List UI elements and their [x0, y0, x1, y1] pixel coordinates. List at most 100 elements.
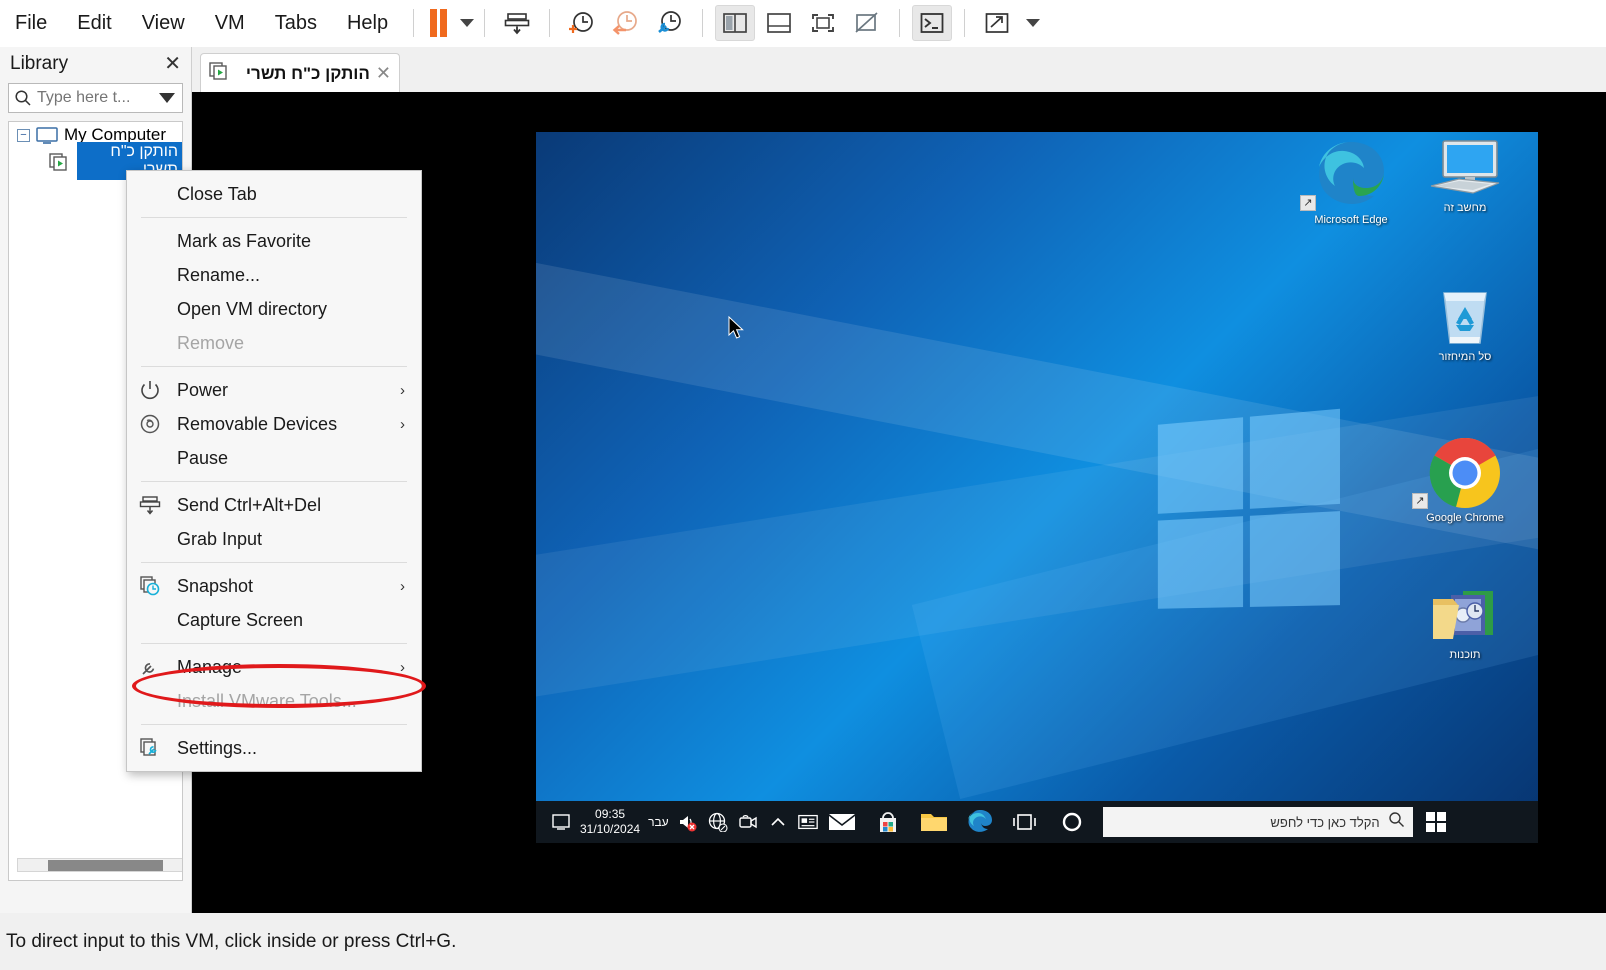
context-menu-item-label: Settings...: [177, 737, 258, 758]
vm-tab[interactable]: הותקן כ"ח תשרי ✕: [200, 53, 400, 93]
desktop-icon-software-folder[interactable]: תוכנות: [1410, 585, 1520, 662]
context-menu-item-removable-devices[interactable]: Removable Devices ›: [127, 407, 421, 441]
language-indicator[interactable]: עבר: [648, 815, 669, 829]
guest-taskbar: 09:35 31/10/2024 עבר הקלד כאן כדי לחפש: [536, 801, 1538, 843]
full-screen-icon: [812, 14, 835, 32]
menu-tabs[interactable]: Tabs: [261, 8, 331, 39]
menu-vm[interactable]: VM: [201, 8, 259, 39]
task-view-icon[interactable]: [1003, 801, 1049, 843]
menu-edit[interactable]: Edit: [63, 8, 125, 39]
menu-help[interactable]: Help: [333, 8, 402, 39]
revert-snapshot-icon: [612, 11, 637, 35]
context-menu-item-label: Pause: [177, 447, 229, 468]
volume-muted-icon[interactable]: [677, 811, 699, 833]
menu-separator: [141, 217, 407, 218]
search-dropdown-chevron-down-icon[interactable]: [159, 93, 175, 103]
context-menu-item-label: Grab Input: [177, 528, 263, 549]
unity-mode-button[interactable]: [847, 5, 887, 41]
show-library-button[interactable]: [715, 5, 756, 41]
edge-icon[interactable]: [957, 801, 1003, 843]
chrome-icon: [1429, 437, 1500, 508]
clock-date: 31/10/2024: [580, 822, 641, 836]
cortana-icon[interactable]: [1049, 801, 1095, 843]
pause-icon: [430, 9, 438, 37]
revert-snapshot-button[interactable]: [606, 5, 646, 41]
toolbar-divider: [899, 9, 901, 37]
context-menu-item-snapshot[interactable]: Snapshot ›: [127, 569, 421, 603]
power-dropdown-chevron-down-icon[interactable]: [460, 19, 475, 27]
library-search-row[interactable]: [8, 83, 183, 113]
snapshot-manager-button[interactable]: [650, 5, 690, 41]
windows-start-icon: [1425, 812, 1446, 832]
enter-full-screen-button[interactable]: [803, 5, 843, 41]
vm-tab-title: הותקן כ"ח תשרי: [245, 63, 370, 83]
context-menu-item-open-vm-directory[interactable]: Open VM directory: [127, 292, 421, 326]
toolbar-divider: [964, 9, 966, 37]
file-explorer-icon[interactable]: [911, 801, 957, 843]
close-library-icon[interactable]: ✕: [164, 54, 181, 74]
context-menu-item-grab-input[interactable]: Grab Input: [127, 522, 421, 556]
menu-view[interactable]: View: [128, 8, 199, 39]
context-menu-item-power[interactable]: Power ›: [127, 373, 421, 407]
scrollbar-thumb[interactable]: [48, 860, 163, 871]
menu-file[interactable]: File: [1, 8, 61, 39]
take-snapshot-button[interactable]: [562, 5, 602, 41]
context-menu-item-manage[interactable]: Manage ›: [127, 650, 421, 684]
settings-icon: [139, 737, 177, 759]
send-ctrl-alt-del-icon: [139, 494, 177, 516]
snapshot-icon: [139, 575, 177, 597]
guest-desktop[interactable]: מחשב זה סל המיחזור ↗ Google Chrome תוכנו…: [536, 132, 1538, 843]
send-ctrl-alt-del-button[interactable]: [497, 5, 537, 41]
network-disconnected-icon[interactable]: [707, 811, 729, 833]
desktop-icon-edge[interactable]: ↗ Microsoft Edge: [1296, 138, 1406, 227]
action-center-icon[interactable]: [797, 811, 819, 833]
library-horizontal-scrollbar[interactable]: [17, 858, 182, 872]
desktop-icon-label: מחשב זה: [1443, 202, 1487, 214]
show-desktop-icon[interactable]: [550, 811, 572, 833]
taskbar-clock[interactable]: 09:35 31/10/2024: [580, 807, 640, 837]
camera-icon[interactable]: [737, 811, 759, 833]
context-menu-item-close-tab[interactable]: Close Tab: [127, 177, 421, 211]
context-menu-item-label: Removable Devices: [177, 413, 338, 434]
pause-button[interactable]: [424, 9, 453, 37]
toolbar-divider: [702, 9, 704, 37]
folder-icon: [1433, 591, 1493, 639]
shortcut-overlay-icon: ↗: [1300, 195, 1316, 211]
context-menu-item-label: Manage: [177, 656, 243, 677]
submenu-chevron-right-icon: ›: [400, 577, 405, 595]
show-thumbnail-bar-button[interactable]: [759, 5, 799, 41]
menu-separator: [141, 481, 407, 482]
desktop-icon-chrome[interactable]: ↗ Google Chrome: [1410, 436, 1520, 525]
microsoft-store-icon[interactable]: [865, 801, 911, 843]
console-icon: [920, 13, 944, 33]
library-header: Library ✕: [0, 47, 191, 81]
context-menu-item-label: Snapshot: [177, 575, 254, 596]
tree-collapse-toggle[interactable]: −: [17, 128, 30, 142]
this-pc-icon: [1430, 140, 1500, 194]
stretch-guest-button[interactable]: [977, 5, 1017, 41]
context-menu-item-label: Open VM directory: [177, 298, 328, 319]
console-button[interactable]: [912, 5, 953, 41]
library-search-input[interactable]: [37, 89, 152, 107]
desktop-icon-column: מחשב זה סל המיחזור ↗ Google Chrome תוכנו…: [1410, 138, 1520, 666]
context-menu-item-mark-as-favorite[interactable]: Mark as Favorite: [127, 224, 421, 258]
mail-icon[interactable]: [819, 801, 865, 843]
stretch-dropdown-chevron-down-icon[interactable]: [1026, 19, 1041, 27]
desktop-icon-recycle-bin[interactable]: סל המיחזור: [1410, 281, 1520, 364]
context-menu-item-rename[interactable]: Rename...: [127, 258, 421, 292]
context-menu-item-label: Remove: [177, 332, 245, 353]
show-hidden-icons-icon[interactable]: [767, 811, 789, 833]
context-menu-item-label: Capture Screen: [177, 609, 304, 630]
start-button[interactable]: [1413, 801, 1459, 843]
context-menu-item-settings[interactable]: Settings...: [127, 731, 421, 765]
taskbar-search-box[interactable]: הקלד כאן כדי לחפש: [1102, 807, 1413, 837]
context-menu-item-send-ctrl-alt-del[interactable]: Send Ctrl+Alt+Del: [127, 488, 421, 522]
context-menu-item-label: Rename...: [177, 264, 261, 285]
desktop-icon-this-pc[interactable]: מחשב זה: [1410, 138, 1520, 215]
taskbar-search-placeholder: הקלד כאן כדי לחפש: [1270, 814, 1380, 830]
show-library-icon: [723, 13, 747, 33]
close-tab-icon[interactable]: ✕: [376, 63, 391, 84]
context-menu-item-capture-screen[interactable]: Capture Screen: [127, 603, 421, 637]
context-menu-item-remove: Remove: [127, 326, 421, 360]
context-menu-item-pause[interactable]: Pause: [127, 441, 421, 475]
